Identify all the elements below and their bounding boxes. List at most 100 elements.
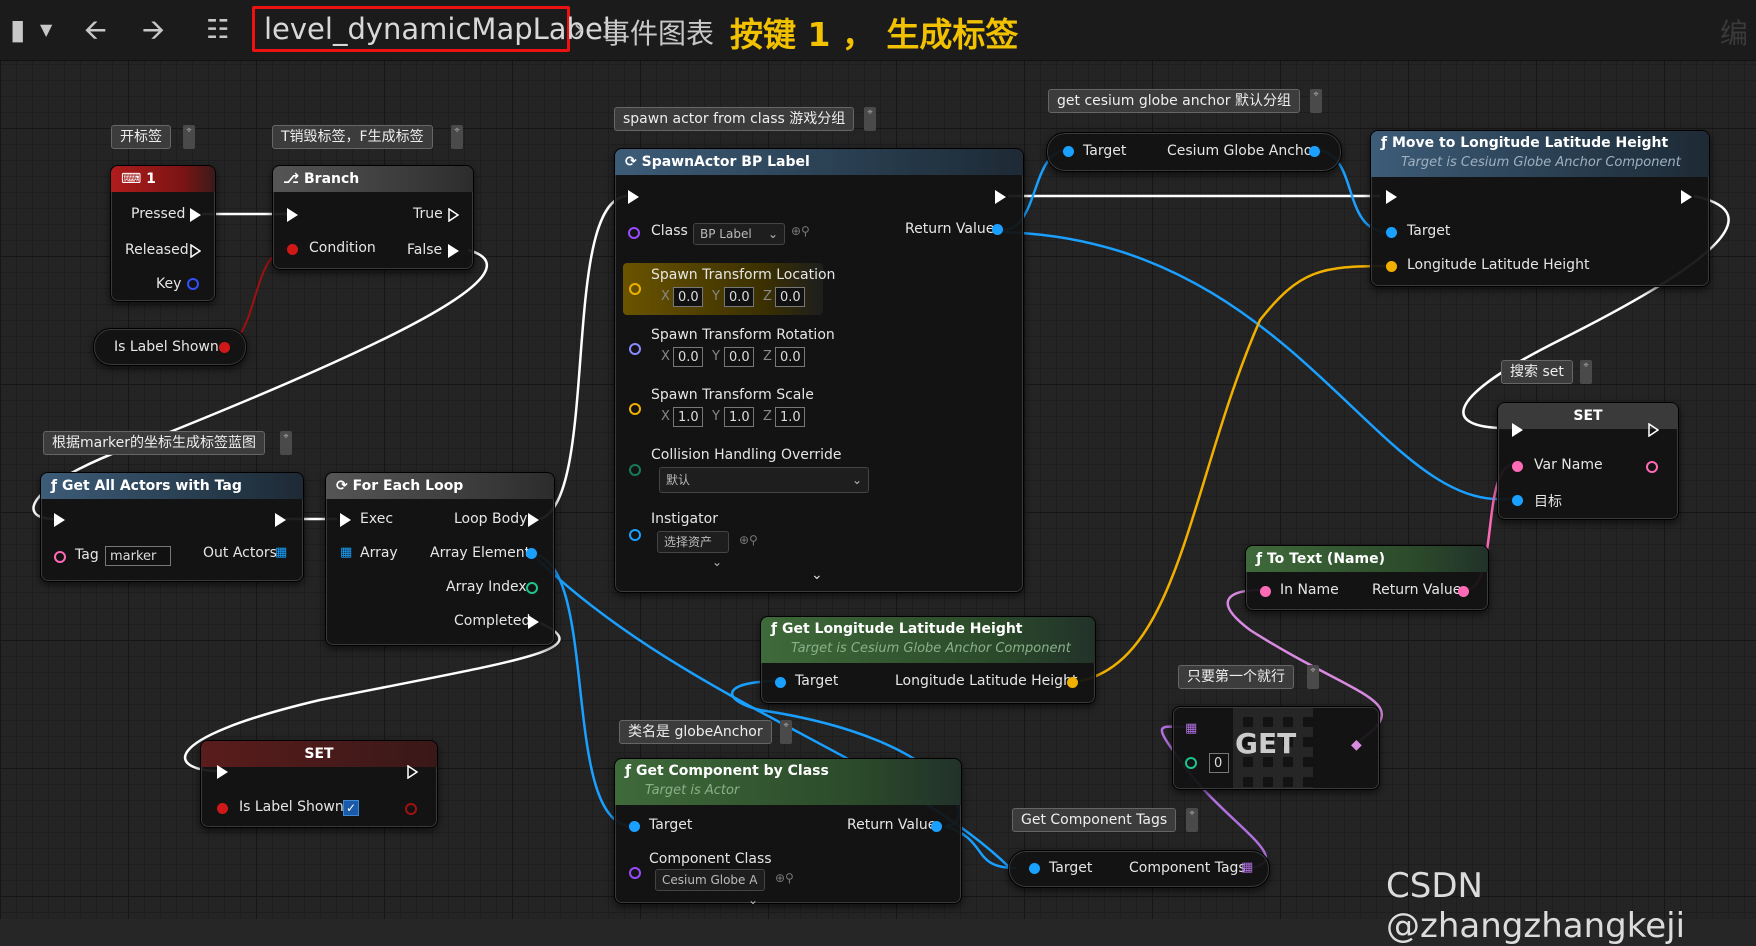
target-pin[interactable] <box>1029 863 1040 874</box>
exec-pin-out[interactable] <box>1681 190 1692 204</box>
target-pin[interactable] <box>775 677 786 688</box>
comment-pin-icon[interactable]: ⌖ <box>1580 360 1592 384</box>
array-input-pin[interactable]: ▦ <box>1185 722 1197 735</box>
exec-pin-in[interactable] <box>1512 423 1523 437</box>
scale-y-field[interactable]: 1.0 <box>724 407 754 427</box>
comment-marker[interactable]: 根据marker的坐标生成标签蓝图 <box>43 431 265 455</box>
array-output-pin[interactable]: ▦ <box>275 546 287 559</box>
collision-pin[interactable] <box>629 464 641 476</box>
scale-pin[interactable] <box>629 403 641 415</box>
tag-field[interactable]: marker <box>105 546 171 566</box>
browse-icon[interactable]: ⊕⚲ <box>791 224 810 238</box>
rot-y-field[interactable]: 0.0 <box>724 347 754 367</box>
index-field[interactable]: 0 <box>1209 753 1229 773</box>
comment-first-only[interactable]: 只要第一个就行 <box>1178 665 1294 689</box>
instigator-pin[interactable] <box>629 529 641 541</box>
in-name-pin[interactable] <box>1260 586 1271 597</box>
exec-pin-in[interactable] <box>287 208 298 222</box>
comment-pin-icon[interactable]: ⌖ <box>1310 89 1322 113</box>
component-tags-getter[interactable]: Target Component Tags ▦ <box>1008 850 1270 888</box>
set-is-label-shown-node[interactable]: SET Is Label Shown ✓ <box>200 740 438 828</box>
index-pin[interactable] <box>1185 757 1197 769</box>
exec-pin-out[interactable] <box>275 513 286 527</box>
anchor-output-pin[interactable] <box>1309 146 1320 157</box>
exec-pin-in[interactable] <box>340 513 351 527</box>
target-pin[interactable] <box>629 821 640 832</box>
var-name-pin[interactable] <box>1512 461 1523 472</box>
exec-pin-completed[interactable] <box>528 615 539 629</box>
class-pin[interactable] <box>628 227 640 239</box>
comment-toggle[interactable]: T销毁标签，F生成标签 <box>272 125 433 149</box>
exec-pin-in[interactable] <box>628 190 639 204</box>
scale-x-field[interactable]: 1.0 <box>673 407 703 427</box>
forward-arrow-icon[interactable]: 🡪 <box>142 0 165 60</box>
to-text-name-node[interactable]: ƒ To Text (Name) In Name Return Value <box>1245 545 1489 611</box>
target-pin[interactable] <box>1063 146 1074 157</box>
rot-x-field[interactable]: 0.0 <box>673 347 703 367</box>
llh-pin[interactable] <box>1386 261 1397 272</box>
exec-pin-in[interactable] <box>217 765 228 779</box>
comment-open-label[interactable]: 开标签 <box>111 125 171 149</box>
array-get-node[interactable]: GET ▦ 0 ◆ <box>1172 706 1380 790</box>
collision-select[interactable]: 默认 ⌄ <box>659 467 869 493</box>
exec-pin-false[interactable] <box>448 244 459 258</box>
comment-pin-icon[interactable]: ⌖ <box>780 720 792 744</box>
target-pin[interactable] <box>1512 495 1523 506</box>
comment-spawn[interactable]: spawn actor from class 游戏分组 <box>614 107 855 131</box>
return-value-pin[interactable] <box>992 224 1003 235</box>
component-class-pin[interactable] <box>629 867 641 879</box>
array-element-pin[interactable] <box>526 548 537 559</box>
condition-pin[interactable] <box>287 244 298 255</box>
comment-search-set[interactable]: 搜索 set <box>1501 360 1573 384</box>
component-class-select[interactable]: Cesium Globe A ⌄ <box>655 869 765 907</box>
key-output-pin[interactable] <box>187 278 199 290</box>
comment-cesium[interactable]: get cesium globe anchor 默认分组 <box>1048 89 1300 113</box>
browse-icon[interactable]: ⊕⚲ <box>739 533 758 547</box>
loc-z-field[interactable]: 0.0 <box>775 287 805 307</box>
for-each-loop-node[interactable]: ⟳ For Each Loop Exec Loop Body ▦ Array A… <box>325 472 555 646</box>
exec-pin-in[interactable] <box>1386 190 1397 204</box>
exec-pin-true[interactable] <box>448 208 459 222</box>
breadcrumb-level[interactable]: level_dynamicMapLabel <box>264 12 611 46</box>
key-1-event-node[interactable]: ⌨ 1 Pressed Released Key <box>110 165 216 302</box>
exec-pin-out[interactable] <box>407 765 418 779</box>
rotation-pin[interactable] <box>629 343 641 355</box>
instigator-select[interactable]: 选择资产 ⌄ <box>657 531 729 569</box>
return-value-pin[interactable] <box>1458 586 1469 597</box>
target-pin[interactable] <box>1386 227 1397 238</box>
branch-node[interactable]: ⎇ Branch True Condition False <box>272 165 474 270</box>
array-input-pin[interactable]: ▦ <box>340 546 352 559</box>
class-select[interactable]: BP Label ⌄ <box>693 223 785 245</box>
tags-output-pin[interactable]: ▦ <box>1241 861 1253 874</box>
tag-pin[interactable] <box>54 551 66 563</box>
comment-pin-icon[interactable]: ⌖ <box>451 125 463 149</box>
rot-z-field[interactable]: 0.0 <box>775 347 805 367</box>
comment-class-globe[interactable]: 类名是 globeAnchor <box>619 720 772 744</box>
exec-pin-loop-body[interactable] <box>528 513 539 527</box>
move-to-llh-node[interactable]: ƒ Move to Longitude Latitude Height Targe… <box>1370 130 1710 287</box>
bool-output-pin[interactable] <box>405 803 417 815</box>
comment-pin-icon[interactable]: ⌖ <box>864 107 876 131</box>
exec-pin-out[interactable] <box>1648 423 1659 437</box>
llh-output-pin[interactable] <box>1067 677 1078 688</box>
loc-x-field[interactable]: 0.0 <box>673 287 703 307</box>
breadcrumb-graph[interactable]: 事件图表 <box>602 12 714 52</box>
var-name-output-pin[interactable] <box>1646 461 1658 473</box>
bool-output-pin[interactable] <box>219 342 230 353</box>
back-arrow-icon[interactable]: 🡨 <box>84 0 107 60</box>
comment-pin-icon[interactable]: ⌖ <box>1186 808 1198 832</box>
get-component-by-class-node[interactable]: ƒ Get Component by Class Target is Actor … <box>614 758 962 907</box>
exec-pin-in[interactable] <box>54 513 65 527</box>
spawn-actor-node[interactable]: ⟳ SpawnActor BP Label Class BP Label ⌄ ⊕… <box>614 148 1024 593</box>
exec-pin-pressed[interactable] <box>190 208 201 222</box>
expand-chevron-icon[interactable]: ⌄ <box>811 567 823 583</box>
return-value-pin[interactable] <box>931 821 942 832</box>
array-index-pin[interactable] <box>526 582 538 594</box>
get-llh-node[interactable]: ƒ Get Longitude Latitude Height Target is… <box>760 616 1096 704</box>
output-pin[interactable]: ◆ <box>1351 737 1362 753</box>
comment-pin-icon[interactable]: ⌖ <box>183 125 195 149</box>
checkbox[interactable]: ✓ <box>343 800 359 816</box>
graph-icon[interactable]: ☷ <box>206 0 229 60</box>
scale-z-field[interactable]: 1.0 <box>775 407 805 427</box>
chevron-down-icon[interactable]: ▼ <box>40 0 52 60</box>
